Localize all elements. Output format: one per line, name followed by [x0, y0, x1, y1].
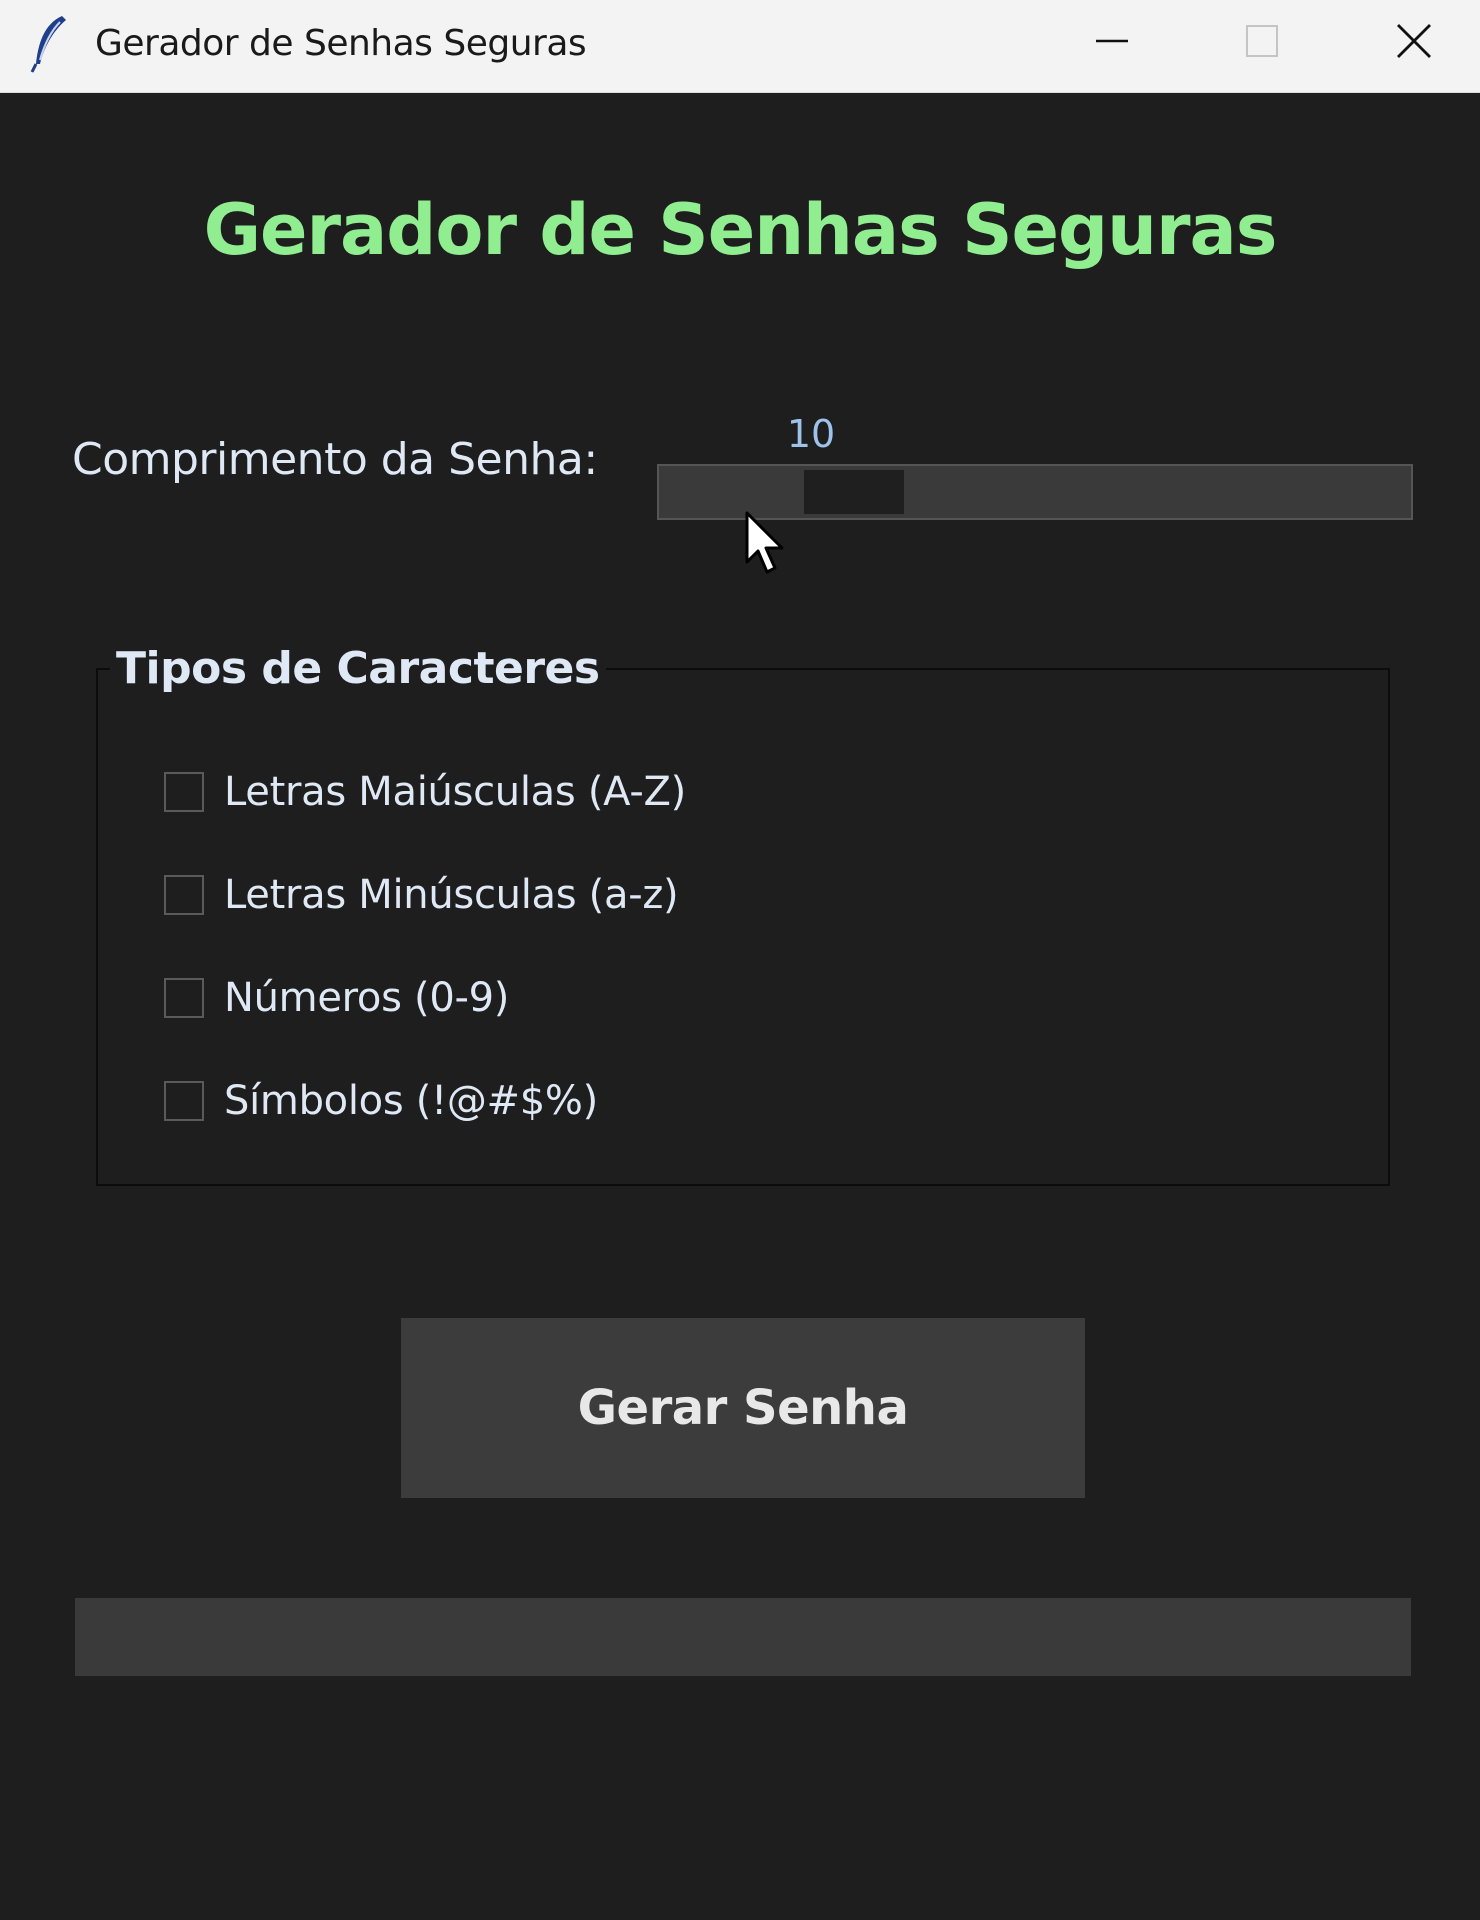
window-title: Gerador de Senhas Seguras — [95, 23, 587, 64]
maximize-icon — [1246, 25, 1278, 57]
char-types-title: Tipos de Caracteres — [110, 640, 606, 698]
numbers-checkbox[interactable] — [164, 978, 204, 1018]
maximize-button[interactable] — [1202, 0, 1322, 82]
mouse-cursor-icon — [745, 511, 784, 574]
lowercase-checkbox[interactable] — [164, 875, 204, 915]
password-output-field[interactable] — [75, 1598, 1411, 1676]
lowercase-label: Letras Minúsculas (a-z) — [224, 872, 679, 918]
uppercase-checkbox[interactable] — [164, 772, 204, 812]
uppercase-label: Letras Maiúsculas (A-Z) — [224, 769, 686, 815]
feather-icon — [30, 16, 66, 73]
minimize-button[interactable] — [1052, 0, 1172, 82]
symbols-checkbox[interactable] — [164, 1081, 204, 1121]
page-title: Gerador de Senhas Seguras — [203, 189, 1278, 271]
close-button[interactable] — [1354, 0, 1474, 82]
symbols-label: Símbolos (!@#$%) — [224, 1078, 598, 1124]
minimize-icon — [1096, 39, 1128, 43]
numbers-label: Números (0-9) — [224, 975, 510, 1021]
slider-handle[interactable] — [804, 470, 904, 514]
length-label: Comprimento da Senha: — [72, 434, 598, 485]
length-slider[interactable] — [657, 464, 1413, 520]
checkbox-row-numbers[interactable]: Números (0-9) — [164, 966, 509, 1030]
title-bar: Gerador de Senhas Seguras — [0, 0, 1480, 93]
checkbox-row-uppercase[interactable]: Letras Maiúsculas (A-Z) — [164, 760, 686, 824]
close-icon — [1397, 24, 1431, 58]
checkbox-row-symbols[interactable]: Símbolos (!@#$%) — [164, 1069, 598, 1133]
generate-password-button[interactable]: Gerar Senha — [401, 1318, 1085, 1498]
length-value: 10 — [786, 412, 836, 456]
checkbox-row-lowercase[interactable]: Letras Minúsculas (a-z) — [164, 863, 679, 927]
